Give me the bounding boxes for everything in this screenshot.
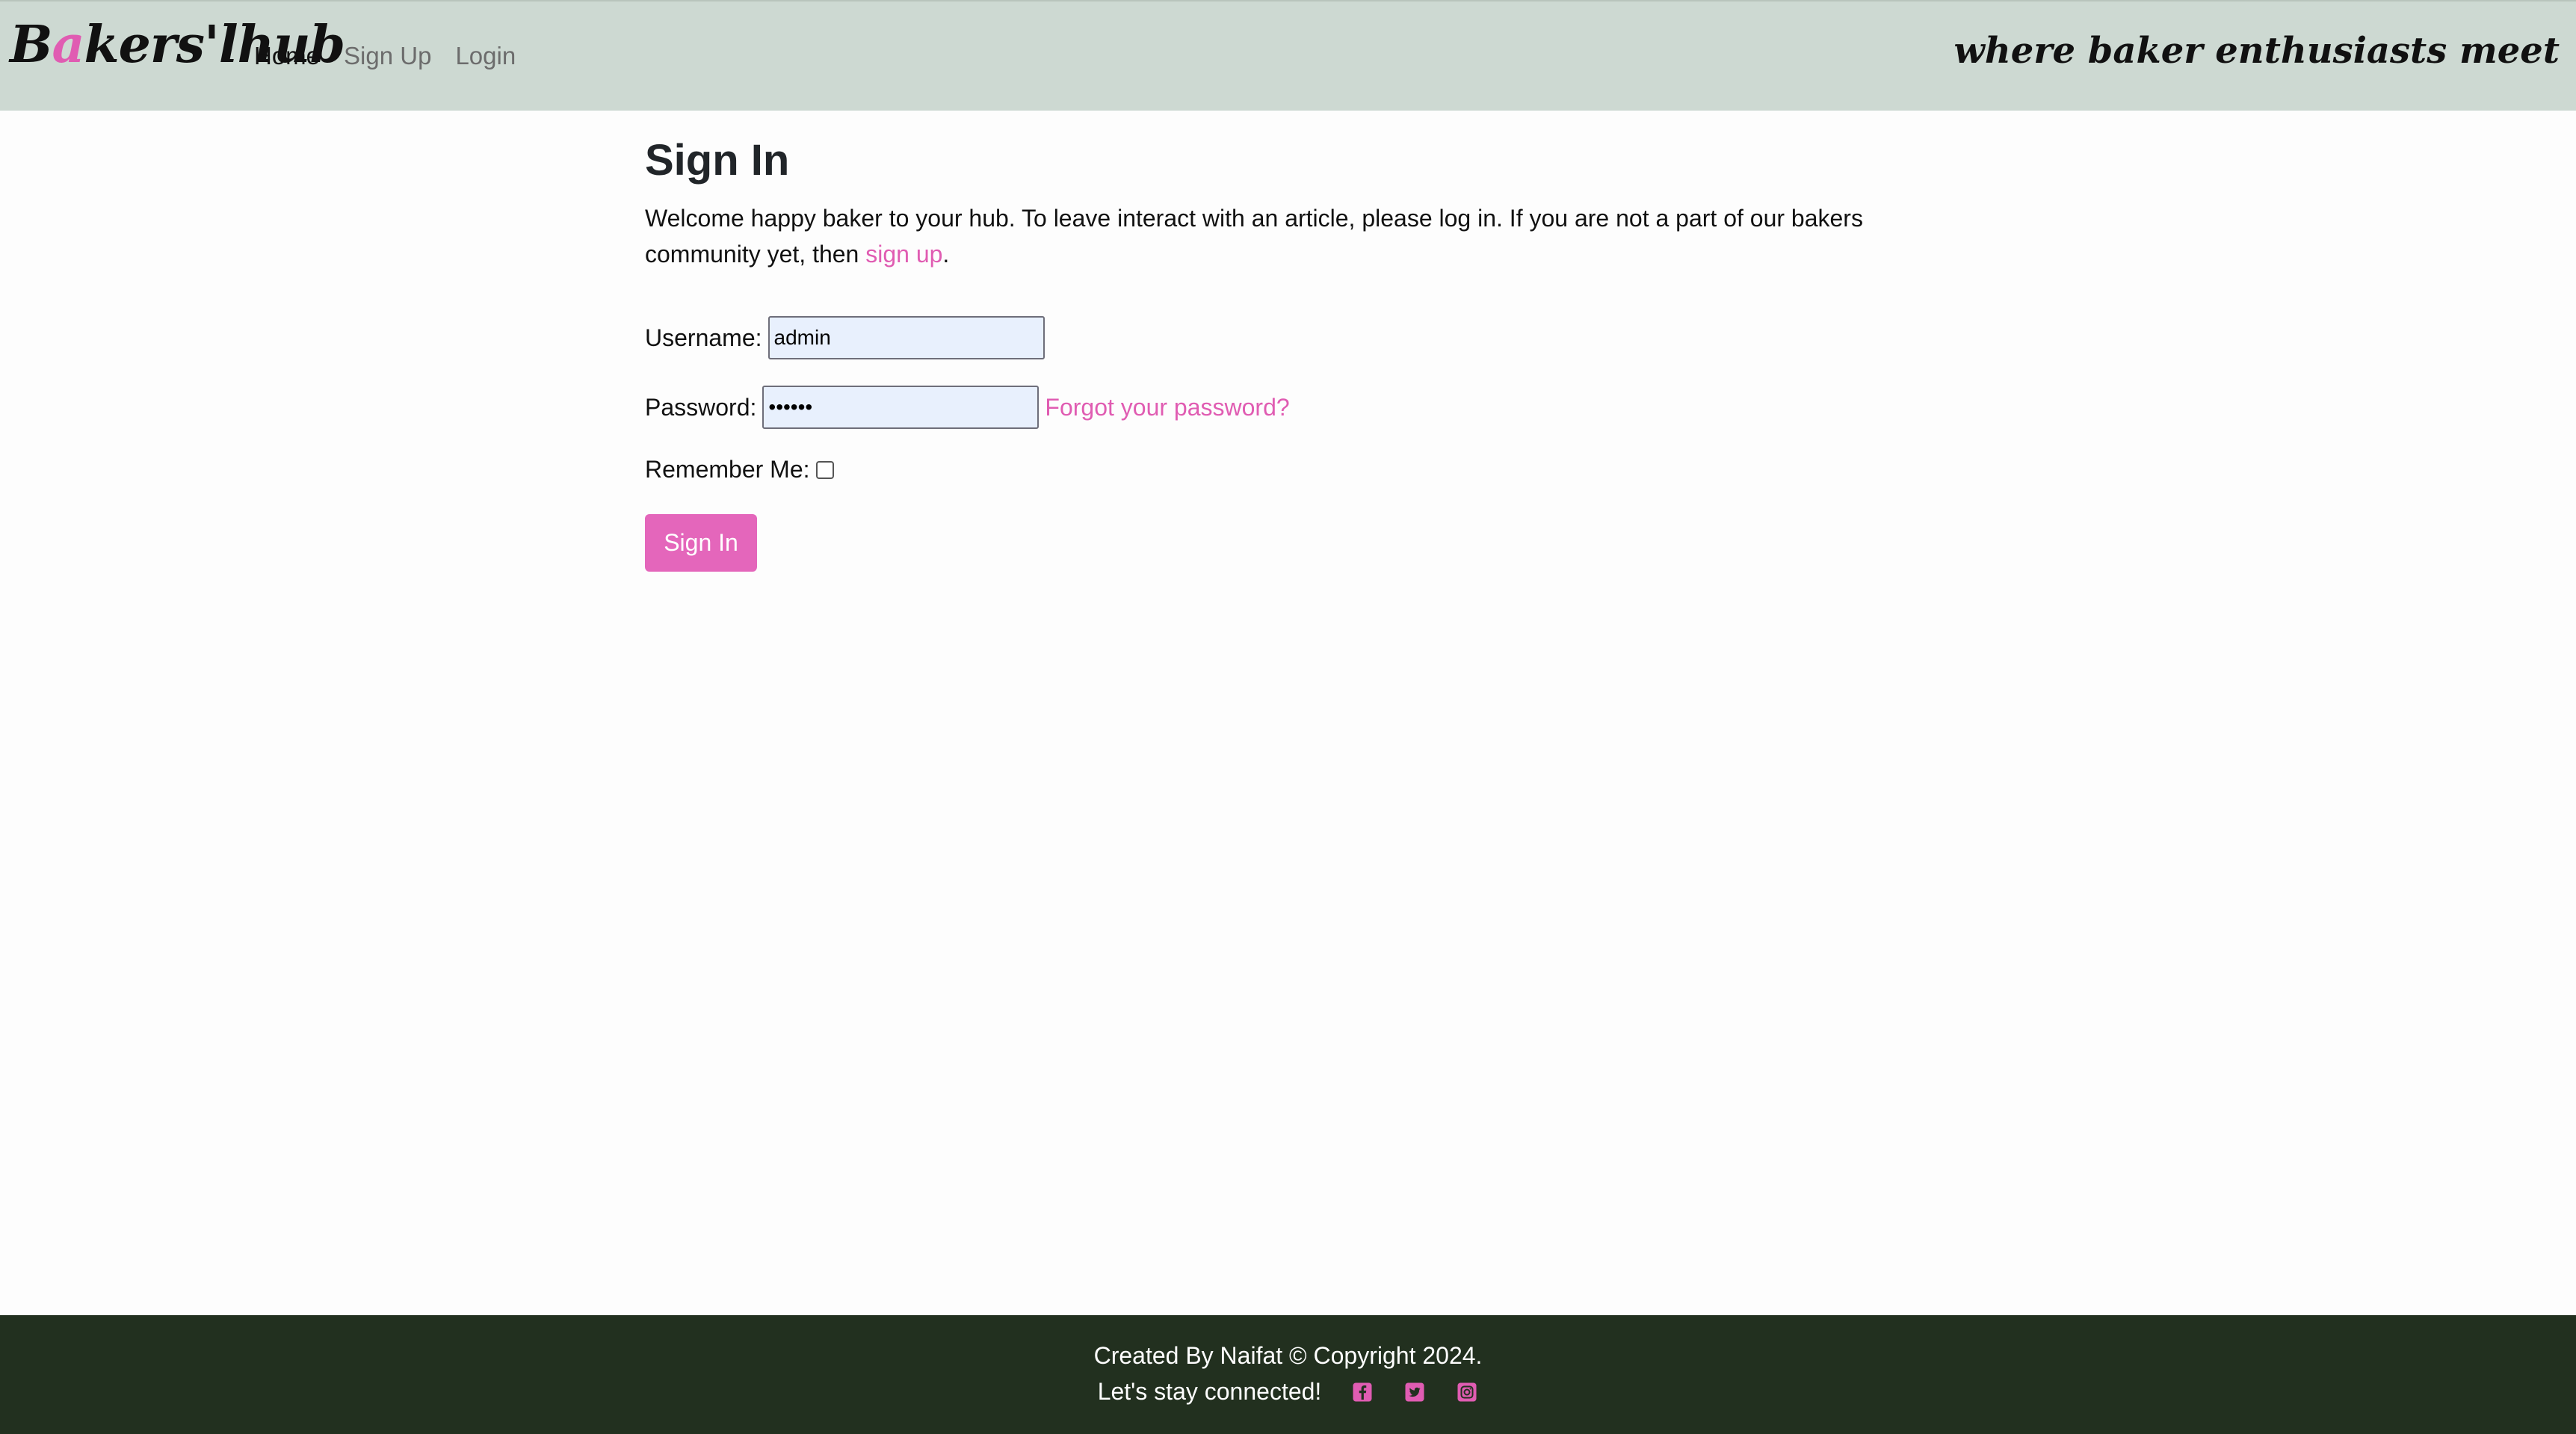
footer-credit: Created By Naifat © Copyright 2024.: [1093, 1342, 1483, 1369]
username-input[interactable]: [767, 316, 1045, 359]
signin-section: Sign In Welcome happy baker to your hub.…: [645, 135, 1930, 572]
remember-label: Remember Me:: [645, 456, 810, 483]
remember-row: Remember Me:: [645, 456, 834, 483]
intro-end: .: [942, 241, 950, 268]
footer-connect-text: Let's stay connected!: [1097, 1378, 1322, 1405]
instagram-icon[interactable]: [1456, 1381, 1478, 1403]
remember-checkbox[interactable]: [815, 460, 834, 479]
nav-signup-link[interactable]: Sign Up: [344, 42, 431, 70]
password-label: Password:: [645, 393, 757, 421]
intro-body: Welcome happy baker to your hub. To leav…: [645, 205, 1863, 268]
facebook-icon[interactable]: [1351, 1381, 1374, 1403]
password-input[interactable]: [762, 386, 1040, 429]
brand-accent-letter: a: [52, 15, 84, 75]
page-title: Sign In: [645, 136, 790, 185]
site-tagline: where baker enthusiasts meet: [1953, 30, 2560, 72]
password-row: Password: Forgot your password?: [645, 386, 1290, 429]
signup-link[interactable]: sign up: [865, 241, 942, 268]
username-label: Username:: [645, 324, 762, 351]
navbar: Bakers'lhub Home Sign Up Login where bak…: [0, 0, 2576, 111]
twitter-icon[interactable]: [1403, 1381, 1426, 1403]
intro-text: Welcome happy baker to your hub. To leav…: [645, 200, 1930, 272]
brand-letter: B: [10, 15, 52, 75]
nav-links: Home Sign Up Login: [254, 42, 516, 70]
footer: Created By Naifat © Copyright 2024. Let'…: [0, 1315, 2576, 1434]
nav-login-link[interactable]: Login: [455, 42, 516, 70]
nav-home-link[interactable]: Home: [254, 42, 320, 70]
signin-button[interactable]: Sign In: [645, 514, 757, 572]
username-row: Username:: [645, 316, 1045, 359]
forgot-password-link[interactable]: Forgot your password?: [1045, 394, 1289, 421]
footer-connect-row: Let's stay connected!: [0, 1378, 2576, 1406]
